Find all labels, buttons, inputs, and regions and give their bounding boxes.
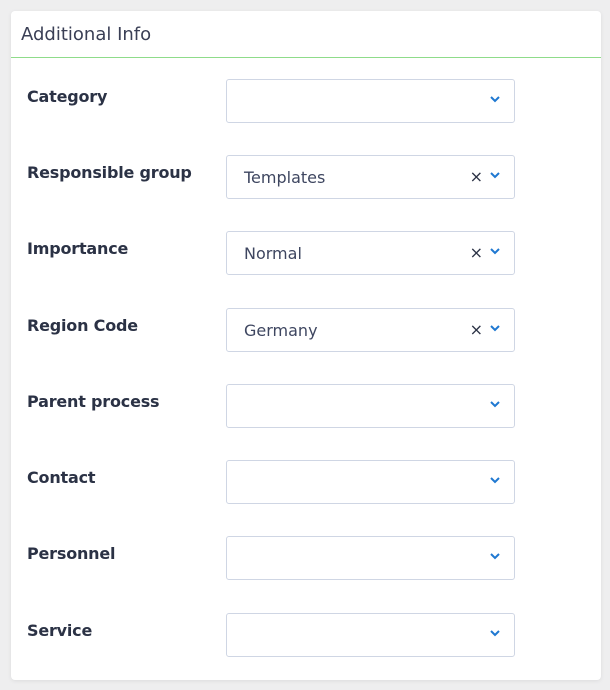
clear-icon[interactable]: × <box>470 168 483 186</box>
select-value: Normal <box>244 244 302 263</box>
field-parent-process: Parent process <box>11 384 601 428</box>
chevron-down-icon[interactable] <box>490 324 500 332</box>
field-label: Contact <box>27 468 96 487</box>
select-value: Germany <box>244 321 318 340</box>
field-label: Service <box>27 621 93 640</box>
parent-process-select[interactable] <box>226 384 515 428</box>
field-label: Region Code <box>27 316 138 335</box>
chevron-down-icon[interactable] <box>490 95 500 103</box>
chevron-down-icon[interactable] <box>490 552 500 560</box>
importance-select[interactable]: Normal × <box>226 231 515 275</box>
field-personnel: Personnel <box>11 536 601 580</box>
chevron-down-icon[interactable] <box>490 400 500 408</box>
field-label: Personnel <box>27 544 116 563</box>
field-importance: Importance Normal × <box>11 231 601 275</box>
field-label: Category <box>27 87 108 106</box>
service-select[interactable] <box>226 613 515 657</box>
clear-icon[interactable]: × <box>470 244 483 262</box>
select-value: Templates <box>244 168 326 187</box>
additional-info-card: Additional Info Category Responsible gro… <box>11 11 601 680</box>
card-title: Additional Info <box>11 11 601 58</box>
field-category: Category <box>11 79 601 123</box>
category-select[interactable] <box>226 79 515 123</box>
field-service: Service <box>11 613 601 657</box>
field-responsible-group: Responsible group Templates × <box>11 155 601 199</box>
chevron-down-icon[interactable] <box>490 171 500 179</box>
field-label: Importance <box>27 239 129 258</box>
region-code-select[interactable]: Germany × <box>226 308 515 352</box>
responsible-group-select[interactable]: Templates × <box>226 155 515 199</box>
clear-icon[interactable]: × <box>470 321 483 339</box>
field-label: Parent process <box>27 392 160 411</box>
field-contact: Contact <box>11 460 601 504</box>
chevron-down-icon[interactable] <box>490 629 500 637</box>
personnel-select[interactable] <box>226 536 515 580</box>
field-label: Responsible group <box>27 163 192 182</box>
chevron-down-icon[interactable] <box>490 476 500 484</box>
contact-select[interactable] <box>226 460 515 504</box>
field-region-code: Region Code Germany × <box>11 308 601 352</box>
chevron-down-icon[interactable] <box>490 247 500 255</box>
